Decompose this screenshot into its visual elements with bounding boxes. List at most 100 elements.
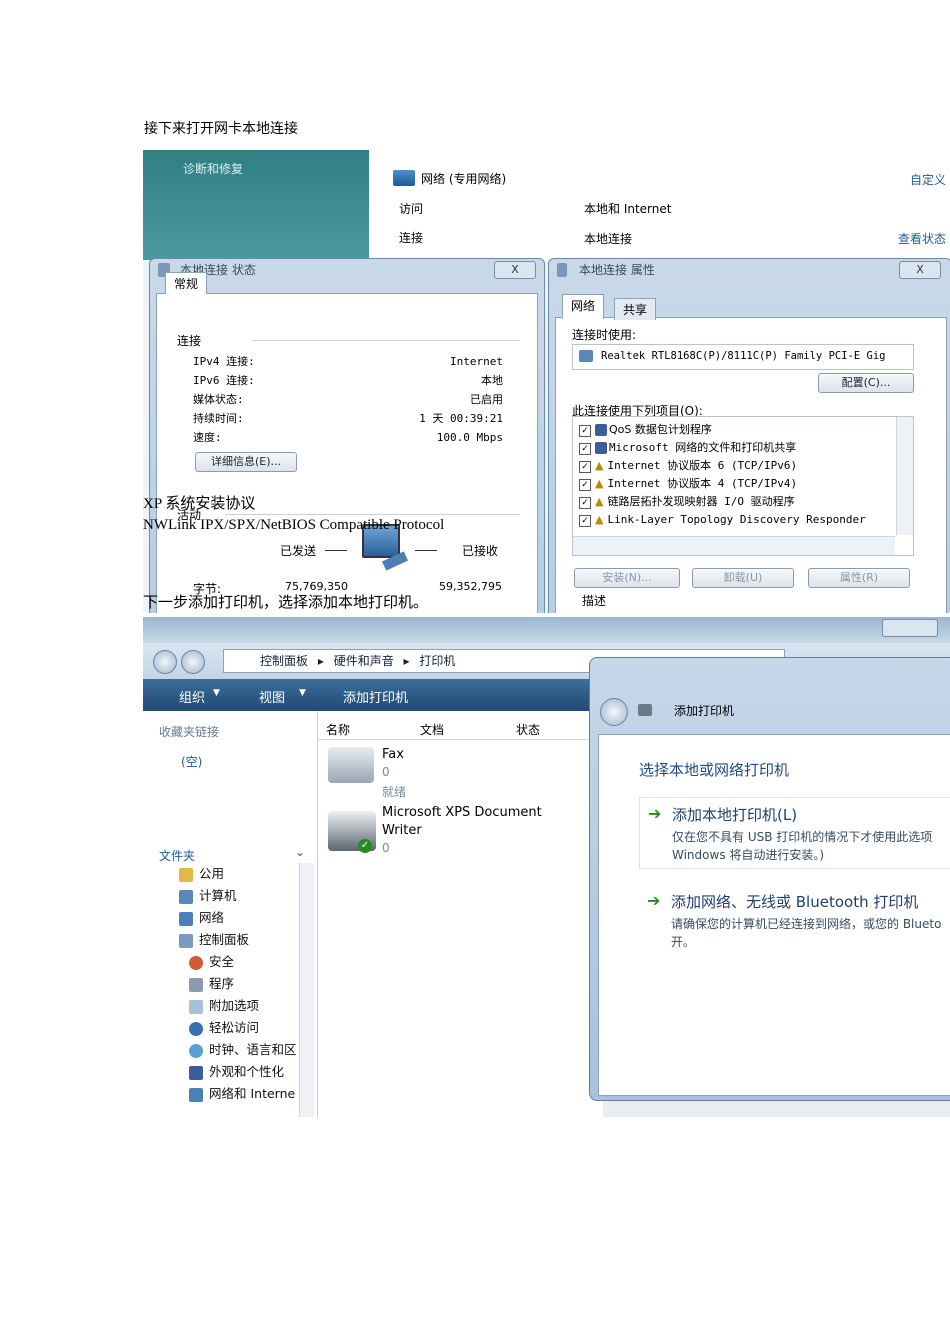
tree-label: 安全: [209, 954, 235, 969]
connection-group-label: 连接: [177, 334, 202, 348]
checkbox-checked-icon[interactable]: ✓: [579, 515, 591, 527]
chevron-right-icon: ▸: [403, 654, 410, 668]
item-label: Microsoft 网络的文件和打印机共享: [609, 441, 797, 454]
horizontal-scrollbar[interactable]: [573, 536, 895, 555]
network-adapter-icon: [579, 350, 593, 362]
window-titlebar: [143, 617, 950, 643]
xps-name[interactable]: Microsoft XPS Document: [382, 805, 542, 820]
default-check-icon: ✓: [358, 839, 372, 853]
list-item[interactable]: ✓ ▲ Internet 协议版本 6 (TCP/IPv6): [579, 457, 895, 475]
option1-title[interactable]: 添加本地打印机(L): [672, 804, 797, 825]
fax-icon[interactable]: [328, 747, 374, 783]
checkbox-checked-icon[interactable]: ✓: [579, 443, 591, 455]
column-name[interactable]: 名称: [326, 721, 350, 738]
sidebar: 诊断和修复: [143, 150, 369, 260]
customize-link[interactable]: 自定义: [910, 171, 946, 188]
breadcrumb-item[interactable]: 打印机: [419, 654, 455, 668]
list-item[interactable]: ✓ Microsoft 网络的文件和打印机共享: [579, 439, 895, 457]
overlay-text-2: NWLink IPX/SPX/NetBIOS Compatible Protoc…: [143, 517, 445, 533]
bytes-received: 59,352,795: [439, 580, 502, 593]
option2-title[interactable]: 添加网络、无线或 Bluetooth 打印机: [671, 891, 918, 912]
tree-label: 外观和个性化: [209, 1064, 285, 1079]
organize-button[interactable]: 组织: [179, 687, 205, 706]
items-rows: ✓ QoS 数据包计划程序 ✓ Microsoft 网络的文件和打印机共享 ✓ ▲ In…: [579, 421, 895, 529]
adapter-box: Realtek RTL8168C(P)/8111C(P) Family PCI-…: [572, 344, 914, 370]
add-local-printer-option[interactable]: ➔ 添加本地打印机(L) 仅在您不具有 USB 打印机的情况下才使用此选项 Wi…: [639, 797, 950, 869]
tree-label: 程序: [209, 976, 235, 991]
row-value: 100.0 Mbps: [436, 431, 503, 444]
protocol-icon: ▲: [595, 477, 604, 490]
list-item[interactable]: ✓ ▲ 链路层拓扑发现映射器 I/O 驱动程序: [579, 493, 895, 511]
tree-label: 网络和 Interne: [209, 1086, 296, 1101]
fax-name[interactable]: Fax: [382, 747, 404, 762]
add-printer-button[interactable]: 添加打印机: [343, 687, 408, 706]
tree-item[interactable]: 外观和个性化: [179, 1061, 307, 1083]
tab-network[interactable]: 网络: [562, 294, 605, 319]
tree-item[interactable]: 安全: [179, 951, 307, 973]
list-item[interactable]: ✓ ▲ Link-Layer Topology Discovery Responde…: [579, 511, 895, 529]
group-divider: [252, 340, 520, 341]
details-button[interactable]: 详细信息(E)...: [195, 452, 297, 472]
dialog-body: 选择本地或网络打印机 ➔ 添加本地打印机(L) 仅在您不具有 USB 打印机的情…: [598, 734, 950, 1096]
dialog-heading: 选择本地或网络打印机: [639, 761, 790, 779]
column-documents[interactable]: 文档: [420, 721, 444, 738]
status-row: IPv6 连接: 本地: [193, 371, 503, 390]
tree-item[interactable]: 附加选项: [179, 995, 307, 1017]
item-label: QoS 数据包计划程序: [609, 423, 712, 436]
add-network-printer-option[interactable]: ➔ 添加网络、无线或 Bluetooth 打印机 请确保您的计算机已经连接到网络…: [639, 885, 950, 955]
status-panel: 常规 连接 IPv4 连接: Internet IPv6 连接: 本地 媒体状态: 已…: [156, 272, 538, 613]
views-button[interactable]: 视图: [259, 687, 285, 706]
chevron-down-icon: ▼: [213, 688, 220, 698]
uninstall-button[interactable]: 卸载(U): [692, 568, 794, 588]
tree-label: 控制面板: [199, 932, 250, 947]
tree-item[interactable]: 网络和 Interne: [179, 1083, 307, 1105]
status-row: 媒体状态: 已启用: [193, 390, 503, 409]
tree-item[interactable]: 轻松访问: [179, 1017, 307, 1039]
command-toolbar: 组织 ▼ 视图 ▼ 添加打印机: [143, 679, 603, 711]
tree-item[interactable]: 计算机: [179, 885, 307, 907]
breadcrumb-item[interactable]: 控制面板: [260, 654, 308, 668]
dialog-title: 添加打印机: [674, 704, 735, 718]
vertical-scrollbar[interactable]: [299, 863, 314, 1117]
diagnose-repair-link[interactable]: 诊断和修复: [183, 160, 243, 177]
tree-item[interactable]: 时钟、语言和区: [179, 1039, 307, 1061]
xps-name-line2[interactable]: Writer: [382, 823, 422, 838]
close-button[interactable]: X: [494, 261, 536, 279]
list-item[interactable]: ✓ ▲ Internet 协议版本 4 (TCP/IPv4): [579, 475, 895, 493]
checkbox-checked-icon[interactable]: ✓: [579, 479, 591, 491]
tree-item[interactable]: 控制面板: [179, 929, 307, 951]
properties-button[interactable]: 属性(R): [808, 568, 910, 588]
vertical-scrollbar[interactable]: [896, 417, 913, 535]
configure-button[interactable]: 配置(C)...: [818, 373, 914, 393]
forward-icon[interactable]: [181, 650, 205, 674]
view-status-link[interactable]: 查看状态: [898, 230, 946, 247]
list-item[interactable]: ✓ QoS 数据包计划程序: [579, 421, 895, 439]
checkbox-checked-icon[interactable]: ✓: [579, 461, 591, 473]
back-icon[interactable]: [153, 650, 177, 674]
breadcrumb-item[interactable]: 硬件和声音: [334, 654, 394, 668]
chevron-down-icon[interactable]: ⌄: [295, 845, 305, 859]
install-button[interactable]: 安装(N)...: [574, 568, 680, 588]
network-name: 网络 (专用网络): [421, 172, 507, 186]
tree-label: 网络: [199, 910, 225, 925]
close-button[interactable]: X: [899, 261, 941, 279]
computer-icon: [179, 889, 193, 904]
items-list: ✓ QoS 数据包计划程序 ✓ Microsoft 网络的文件和打印机共享 ✓ ▲ In…: [572, 416, 914, 556]
tree-label: 附加选项: [209, 998, 260, 1013]
tree-item[interactable]: 程序: [179, 973, 307, 995]
properties-window-title: 本地连接 属性: [579, 263, 655, 277]
network-screenshot: 诊断和修复 网络 (专用网络) 自定义 访问 本地和 Internet 连接 本…: [143, 150, 950, 613]
tab-share[interactable]: 共享: [614, 298, 657, 320]
checkbox-checked-icon[interactable]: ✓: [579, 425, 591, 437]
tree-item[interactable]: 公用: [179, 863, 307, 885]
row-value: 本地: [481, 374, 503, 387]
access-value: 本地和 Internet: [584, 202, 672, 216]
tree-item[interactable]: 网络: [179, 907, 307, 929]
window-controls[interactable]: [882, 619, 938, 637]
item-label: Internet 协议版本 4 (TCP/IPv4): [607, 477, 798, 490]
column-status[interactable]: 状态: [516, 721, 540, 738]
back-icon[interactable]: [600, 698, 628, 726]
item-label: Link-Layer Topology Discovery Responder: [607, 513, 866, 526]
checkbox-checked-icon[interactable]: ✓: [579, 497, 591, 509]
tab-general[interactable]: 常规: [165, 272, 208, 294]
